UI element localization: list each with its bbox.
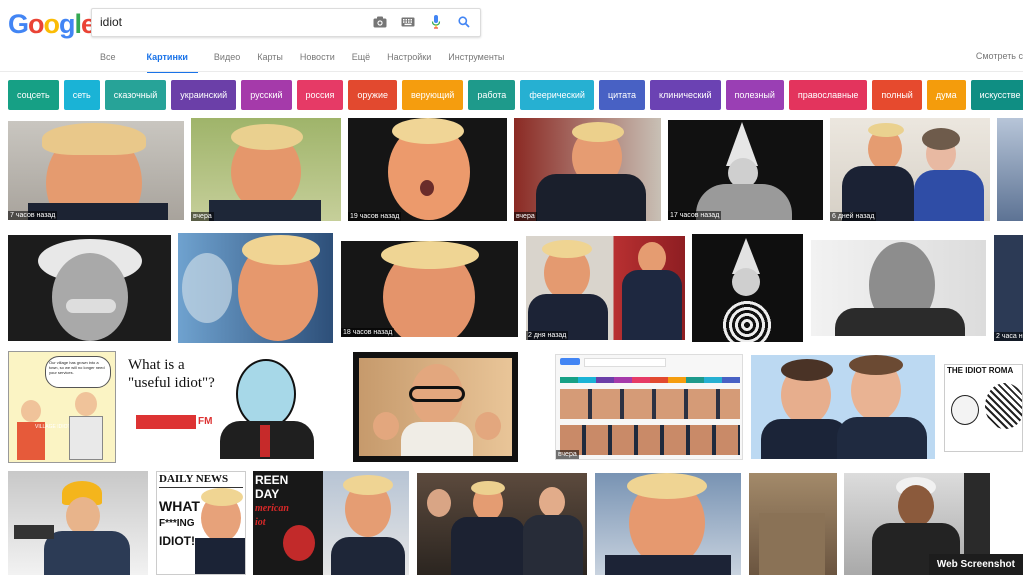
image-result[interactable]: [8, 471, 148, 575]
image-result[interactable]: вчера: [555, 354, 743, 460]
chip[interactable]: клинический: [650, 80, 721, 110]
image-result[interactable]: 19 часов назад: [348, 118, 507, 221]
camera-icon[interactable]: [372, 13, 388, 31]
google-logo[interactable]: Google: [8, 9, 96, 40]
album-text-2: DAY: [255, 487, 280, 501]
comic-title: THE IDIOT ROMA: [947, 366, 1014, 375]
image-result[interactable]: DAILY NEWS WHAT A F***ING IDIOT!: [156, 471, 246, 575]
time-caption: вчера: [556, 450, 579, 459]
logo-letter: o: [43, 9, 60, 39]
logo-letter: o: [28, 9, 44, 39]
chip[interactable]: россия: [296, 80, 344, 110]
chip[interactable]: православные: [788, 80, 868, 110]
tab-all[interactable]: Все: [100, 51, 126, 71]
chip[interactable]: русский: [241, 80, 292, 110]
chip[interactable]: сеть: [63, 80, 100, 110]
logo-letter: g: [59, 9, 75, 39]
image-result[interactable]: [749, 473, 837, 575]
headline-3: IDIOT!: [159, 534, 195, 548]
newspaper-masthead: DAILY NEWS: [159, 473, 229, 485]
image-result[interactable]: REEN DAY merican iot: [253, 471, 323, 575]
image-result[interactable]: 17 часов назад: [668, 120, 823, 220]
chip[interactable]: оружие: [348, 80, 397, 110]
chip[interactable]: работа: [468, 80, 516, 110]
image-result[interactable]: 7 часов назад: [8, 121, 184, 220]
image-result[interactable]: 6 дней назад: [830, 118, 990, 221]
tab-maps[interactable]: Карты: [257, 51, 293, 71]
image-result[interactable]: Our village has grown into a town, so we…: [8, 351, 116, 463]
chip[interactable]: соцсеть: [8, 80, 59, 110]
time-caption: 17 часов назад: [668, 211, 722, 220]
chip[interactable]: полезный: [725, 80, 784, 110]
image-result[interactable]: [417, 473, 587, 575]
watermark: Web Screenshot: [928, 554, 1023, 575]
logo-letter: G: [8, 9, 29, 39]
watch-link[interactable]: Смотреть с: [976, 51, 1023, 61]
related-chips: соцсеть сеть сказочный украинский русски…: [8, 80, 1023, 110]
time-caption: 7 часов назад: [8, 211, 58, 220]
fm-label: FM: [198, 416, 213, 427]
tab-settings[interactable]: Настройки: [387, 51, 441, 71]
search-icon[interactable]: [456, 13, 472, 31]
headline-2: F***ING: [159, 518, 195, 529]
chip[interactable]: искусстве: [970, 80, 1023, 110]
chip[interactable]: полный: [872, 80, 922, 110]
time-caption: 19 часов назад: [348, 212, 402, 221]
chip[interactable]: дума: [926, 80, 966, 110]
image-result[interactable]: 2 часа н: [994, 235, 1023, 341]
chip[interactable]: цитата: [598, 80, 645, 110]
chip[interactable]: украинский: [171, 80, 237, 110]
time-caption: вчера: [191, 212, 214, 221]
time-caption: 2 часа н: [994, 332, 1023, 341]
image-result[interactable]: 2 дня назад: [526, 236, 685, 340]
album-text-4: iot: [255, 517, 266, 528]
image-result[interactable]: [178, 233, 333, 343]
comic-bubble: Our village has grown into a town, so we…: [45, 356, 111, 388]
image-result[interactable]: [751, 355, 935, 459]
image-result[interactable]: вчера: [514, 118, 661, 221]
image-result[interactable]: [353, 352, 518, 462]
time-caption: 6 дней назад: [830, 212, 877, 221]
comic-label: VILLAGE IDIOT: [35, 424, 71, 430]
image-result[interactable]: [8, 235, 171, 341]
keyboard-icon[interactable]: [400, 13, 416, 31]
image-result[interactable]: What is a "useful idiot"? FM: [124, 355, 317, 459]
image-result[interactable]: [692, 234, 803, 342]
microphone-icon[interactable]: [428, 13, 444, 31]
image-result[interactable]: 18 часов назад: [341, 241, 518, 337]
album-text-1: REEN: [255, 473, 289, 487]
image-result[interactable]: [595, 473, 741, 575]
image-result[interactable]: [997, 118, 1023, 221]
chip[interactable]: сказочный: [104, 80, 167, 110]
image-result[interactable]: вчера: [191, 118, 341, 221]
tab-video[interactable]: Видео: [214, 51, 250, 71]
time-caption: 2 дня назад: [526, 331, 569, 340]
search-tabs: Все Картинки Видео Карты Новости Ещё Нас…: [100, 51, 521, 73]
image-title-line2: "useful idiot"?: [128, 375, 215, 391]
divider: [0, 71, 1023, 72]
tab-images[interactable]: Картинки: [146, 51, 198, 73]
tab-more[interactable]: Ещё: [352, 51, 380, 71]
image-result[interactable]: THE IDIOT ROMA: [944, 364, 1023, 452]
tab-tools[interactable]: Инструменты: [448, 51, 514, 71]
image-title-line1: What is a: [128, 357, 185, 373]
image-result[interactable]: [323, 471, 409, 575]
search-box: [91, 8, 481, 37]
chip[interactable]: феерический: [520, 80, 594, 110]
image-result[interactable]: [811, 240, 986, 336]
time-caption: 18 часов назад: [341, 328, 395, 337]
search-input[interactable]: [100, 13, 370, 31]
chip[interactable]: верующий: [402, 80, 464, 110]
tab-news[interactable]: Новости: [300, 51, 345, 71]
time-caption: вчера: [514, 212, 537, 221]
album-text-3: merican: [255, 503, 289, 514]
